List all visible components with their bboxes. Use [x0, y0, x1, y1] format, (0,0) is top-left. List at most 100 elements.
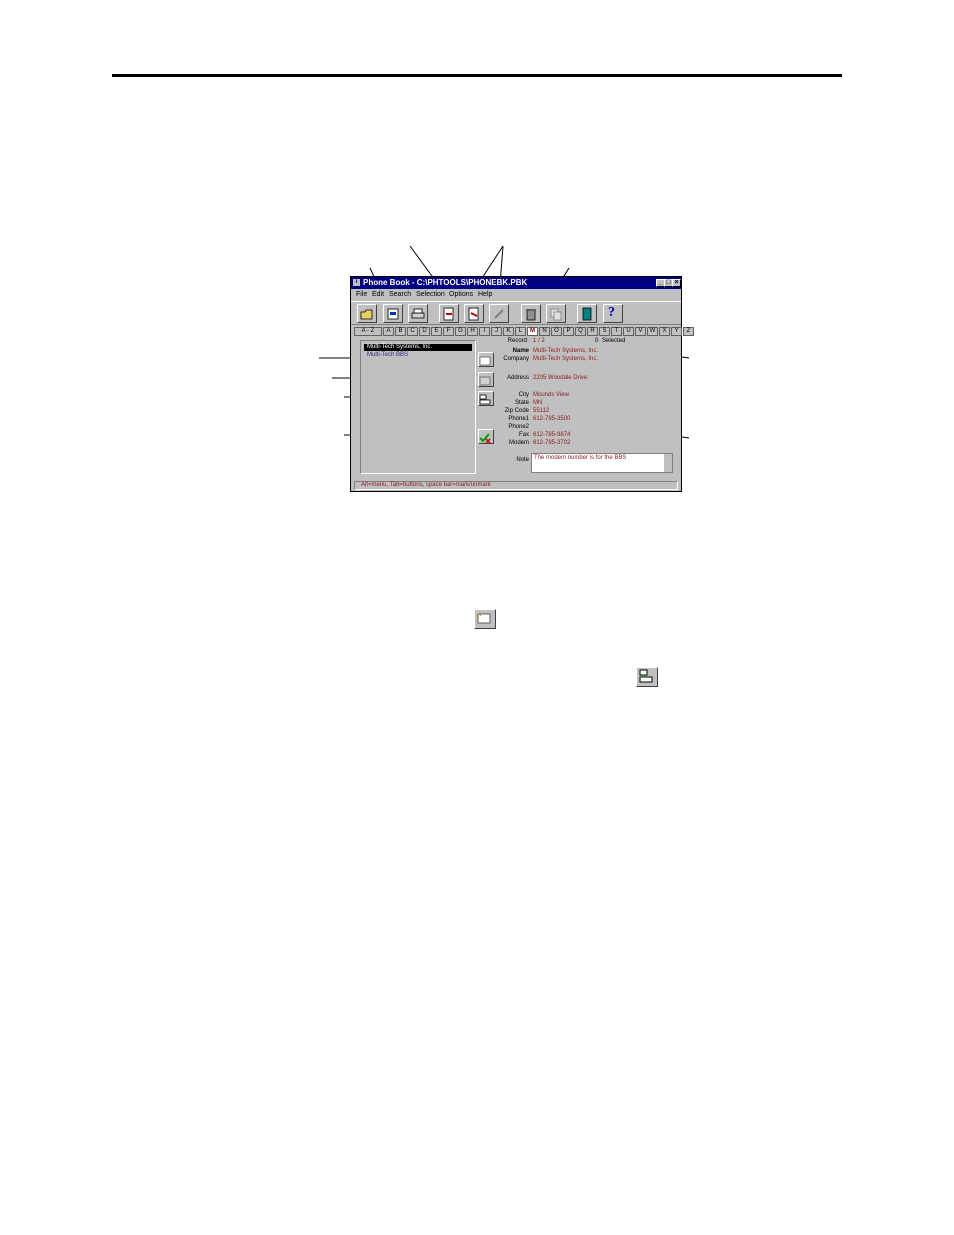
phone-book-window: i Phone Book - C:\PHTOOLS\PHONEBK.PBK _ … [350, 276, 694, 492]
tab-x[interactable]: X [659, 327, 670, 336]
menu-selection[interactable]: Selection [416, 290, 445, 300]
menu-file[interactable]: File [356, 290, 367, 300]
print-icon [411, 308, 425, 319]
copy-button[interactable] [546, 304, 566, 323]
tab-m[interactable]: M [527, 327, 538, 336]
open-folder-icon [360, 309, 373, 320]
app-icon: i [353, 279, 360, 286]
tab-r[interactable]: R [587, 327, 598, 336]
note-scrollbar[interactable] [664, 454, 672, 472]
delete-button[interactable] [521, 304, 541, 323]
field-value-address[interactable]: 2205 Woodale Drive [533, 375, 587, 381]
field-label-phone2: Phone2 [508, 424, 529, 430]
field-value-name[interactable]: Multi-Tech Systems, Inc. [533, 348, 598, 354]
field-label-fax: Fax [518, 432, 529, 438]
list-item[interactable]: Multi-Tech BBS [364, 352, 472, 359]
print-button[interactable] [408, 304, 428, 323]
tab-p[interactable]: P [563, 327, 574, 336]
tab-a[interactable]: A [383, 327, 394, 336]
field-label-phone1: Phone1 [508, 416, 529, 422]
field-value-zip[interactable]: 55112 [533, 408, 549, 414]
field-label-city: City [518, 392, 529, 398]
record-list[interactable]: Multi-Tech Systems, Inc. Multi-Tech BBS [360, 340, 476, 474]
record-counter: 1 / 2 [533, 338, 545, 344]
record-label: Record [507, 338, 527, 344]
tab-v[interactable]: V [635, 327, 646, 336]
tab-n[interactable]: N [539, 327, 550, 336]
help-button[interactable]: ? [603, 304, 623, 323]
tab-z[interactable]: Z [683, 327, 694, 336]
title-bar: i Phone Book - C:\PHTOOLS\PHONEBK.PBK _ … [351, 277, 681, 289]
exit-door-icon [582, 307, 592, 321]
toolbar: ? [351, 301, 681, 325]
note-text: The modem number is for the BBS [534, 455, 627, 461]
mark-record-button[interactable] [478, 429, 494, 444]
edit-card-icon [479, 376, 491, 386]
field-value-modem[interactable]: 612-785-3702 [533, 440, 570, 446]
dial-button[interactable] [478, 391, 494, 406]
selected-label: Selected [602, 338, 626, 344]
tab-i[interactable]: I [479, 327, 490, 336]
import-icon [443, 307, 454, 321]
tab-h[interactable]: H [467, 327, 478, 336]
tab-g[interactable]: G [455, 327, 466, 336]
edit-icon [494, 309, 504, 319]
close-button[interactable]: × [672, 279, 681, 287]
field-value-city[interactable]: Mounds View [533, 392, 569, 398]
edit-button[interactable] [489, 304, 509, 323]
menu-search[interactable]: Search [389, 290, 411, 300]
exit-button[interactable] [577, 304, 597, 323]
edit-record-button[interactable] [478, 372, 494, 387]
add-record-inline-button [474, 609, 496, 629]
selected-count: 0 [595, 338, 599, 344]
dial-icon [479, 394, 491, 405]
field-value-phone1[interactable]: 612-785-3500 [533, 416, 570, 422]
check-mark-icon [479, 433, 491, 444]
list-item[interactable]: Multi-Tech Systems, Inc. [364, 344, 472, 351]
menu-options[interactable]: Options [449, 290, 473, 300]
copy-icon [550, 308, 562, 321]
tab-c[interactable]: C [407, 327, 418, 336]
tab-t[interactable]: T [611, 327, 622, 336]
tab-b[interactable]: B [395, 327, 406, 336]
dial-inline-button [636, 667, 658, 687]
add-card-icon [479, 356, 491, 366]
tab-y[interactable]: Y [671, 327, 682, 336]
field-label-name: Name [512, 348, 529, 354]
status-bar: Alt=menu, Tab=buttons, space bar=mark/un… [354, 481, 678, 490]
menu-help[interactable]: Help [478, 290, 492, 300]
tab-o[interactable]: O [551, 327, 562, 336]
add-card-icon [477, 612, 491, 624]
tab-u[interactable]: U [623, 327, 634, 336]
export-button[interactable] [464, 304, 484, 323]
tab-w[interactable]: W [647, 327, 658, 336]
field-value-fax[interactable]: 612-785-9874 [533, 432, 570, 438]
open-button[interactable] [357, 304, 377, 323]
field-label-zip: Zip Code [504, 408, 529, 414]
window-title: Phone Book - C:\PHTOOLS\PHONEBK.PBK [363, 278, 528, 287]
note-textarea[interactable]: The modem number is for the BBS [531, 453, 673, 473]
add-record-button[interactable] [478, 352, 494, 367]
field-label-company: Company [503, 356, 529, 362]
tab-d[interactable]: D [419, 327, 430, 336]
import-button[interactable] [439, 304, 459, 323]
field-label-address: Address [506, 375, 529, 381]
trash-icon [526, 309, 536, 321]
tab-e[interactable]: E [431, 327, 442, 336]
tab-az[interactable]: A - Z [354, 327, 382, 336]
field-value-state[interactable]: MN [533, 400, 542, 406]
tab-k[interactable]: K [503, 327, 514, 336]
tab-l[interactable]: L [515, 327, 526, 336]
tab-q[interactable]: Q [575, 327, 586, 336]
field-label-modem: Modem [508, 440, 529, 446]
menu-edit[interactable]: Edit [372, 290, 384, 300]
new-record-button[interactable] [383, 304, 403, 323]
export-icon [468, 307, 479, 321]
dial-icon [639, 669, 653, 683]
tab-s[interactable]: S [599, 327, 610, 336]
field-label-state: State [514, 400, 529, 406]
tab-f[interactable]: F [443, 327, 454, 336]
menu-bar: File Edit Search Selection Options Help [351, 290, 681, 300]
field-value-company[interactable]: Multi-Tech Systems, Inc. [533, 356, 598, 362]
tab-j[interactable]: J [491, 327, 502, 336]
